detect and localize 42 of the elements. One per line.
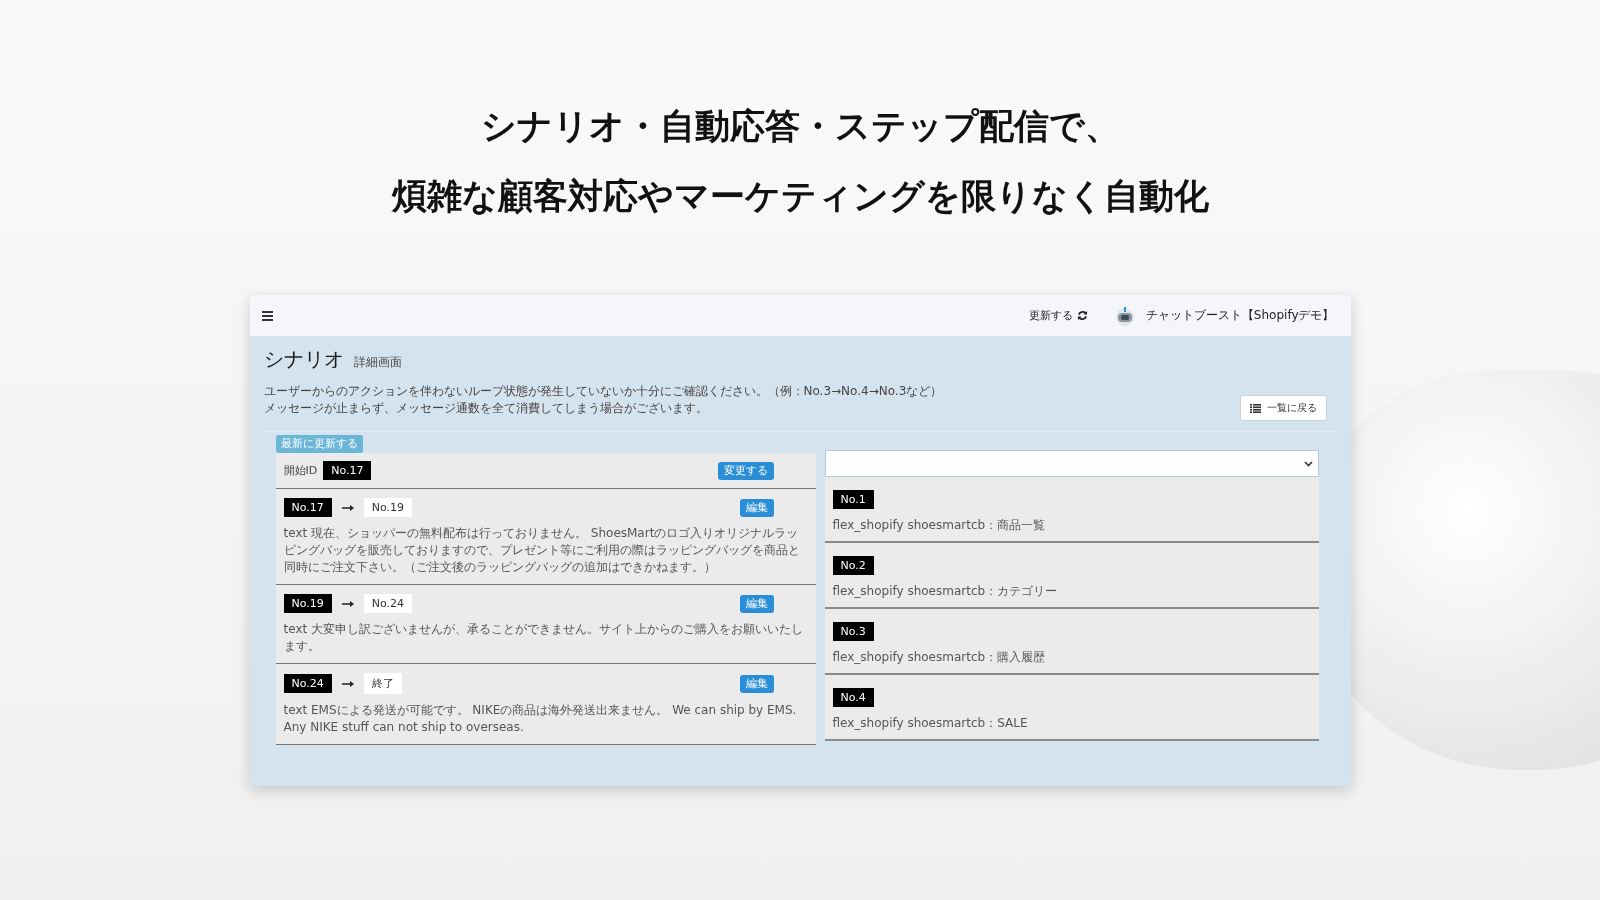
menu-icon[interactable] <box>261 310 273 321</box>
list-icon <box>1249 403 1261 413</box>
node-id-badge: No.3 <box>832 622 874 641</box>
start-id-label: 開始ID <box>283 463 318 478</box>
notice-text: ユーザーからのアクションを伴わないループ状態が発生していないか十分にご確認ください。（例：No.3→No.4→No.3など） <box>263 383 944 400</box>
node-text: flex_shopify shoesmartcb：カテゴリー <box>832 583 1058 600</box>
headline-text: シナリオ・自動応答・ステップ配信で、 <box>480 107 1120 145</box>
step-from-badge: No.24 <box>283 674 332 693</box>
step-to-badge: No.19 <box>363 498 413 517</box>
refresh-button[interactable]: 更新する <box>1028 308 1088 323</box>
account-name[interactable]: チャットブースト【Shopifyデモ】 <box>1145 307 1335 324</box>
headline-text: 煩雑な顧客対応やマーケティングを限りなく自動化 <box>391 177 1209 215</box>
edit-button[interactable]: 編集 <box>739 674 774 693</box>
refresh-icon <box>1076 310 1088 321</box>
node-id-badge: No.2 <box>832 556 874 575</box>
step-message-text: text EMSによる発送が可能です。 NIKEの商品は海外発送出来ません。 We can ship by EMS. Any NIKE stuff can not ship to overseas. <box>283 702 798 736</box>
robot-avatar-icon <box>1113 305 1136 326</box>
change-button[interactable]: 変更する <box>717 461 774 480</box>
node-text: flex_shopify shoesmartcb：購入履歴 <box>832 649 1046 666</box>
step-from-badge: No.17 <box>283 498 332 517</box>
update-latest-button[interactable]: 最新に更新する <box>275 435 363 453</box>
edit-button[interactable]: 編集 <box>739 594 774 613</box>
step-from-badge: No.19 <box>283 594 332 613</box>
edit-button[interactable]: 編集 <box>739 498 774 517</box>
notice-text: メッセージが止まらず、メッセージ通数を全て消費してしまう場合がございます。 <box>263 400 709 417</box>
node-text: flex_shopify shoesmartcb：SALE <box>832 715 1028 732</box>
node-text: flex_shopify shoesmartcb：商品一覧 <box>832 517 1046 534</box>
step-message-text: text 大変申し訳ございませんが、承ることができません。サイト上からのご購入をお願いいたします。 <box>283 621 804 655</box>
back-to-list-button[interactable]: 一覧に戻る <box>1239 395 1327 421</box>
arrow-icon <box>341 600 354 607</box>
page-title: シナリオ <box>263 346 344 373</box>
step-message-text: text 現在、ショッパーの無料配布は行っておりません。 ShoesMartのロゴ入りオリジナルラッピングバッグを販売しておりますので、プレゼント等にご利用の際はラッピングバッグを商品と同時にご注文下さい。（ご注文後のラッピングバッグの追加はできかねます。） <box>283 525 801 576</box>
node-id-badge: No.1 <box>832 490 874 509</box>
step-to-badge: 終了 <box>363 673 402 694</box>
arrow-icon <box>341 680 354 687</box>
arrow-icon <box>341 504 354 511</box>
chevron-down-icon <box>1303 460 1313 467</box>
start-id-badge: No.17 <box>323 461 372 480</box>
step-to-badge: No.24 <box>363 594 413 613</box>
node-select-field[interactable] <box>824 450 1319 477</box>
page-subtitle: 詳細画面 <box>353 354 402 371</box>
node-id-badge: No.4 <box>832 688 874 707</box>
